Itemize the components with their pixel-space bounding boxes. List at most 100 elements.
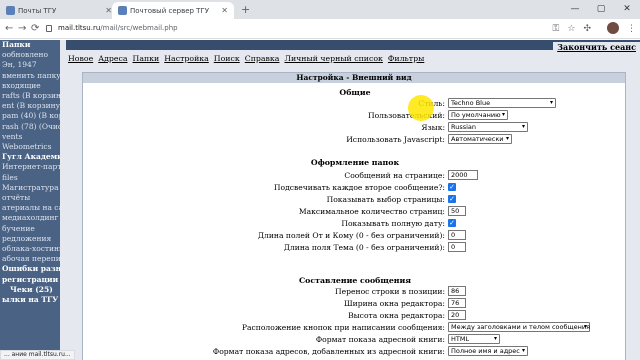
option-label: Использовать Javascript:	[346, 135, 445, 144]
browser-right-tools: ⚿ ☆ ✣ ⋮	[545, 22, 636, 34]
folder-sidebar: Папки ообновлено Эн, 1947 вменить папку) вхо…	[0, 40, 60, 360]
sidebar-folder-item[interactable]: Магистратура	[0, 183, 60, 193]
option-select[interactable]: Techno Blue	[448, 98, 556, 108]
sidebar-folder-item[interactable]: абочая переписка	[0, 254, 60, 264]
option-row: Максимальное количество страниц: 50	[83, 206, 627, 217]
lock-icon[interactable]	[46, 25, 52, 32]
menu-link[interactable]: Фильтры	[388, 54, 424, 63]
key-icon[interactable]: ⚿	[553, 24, 560, 34]
extensions-icon[interactable]: ✣	[583, 24, 591, 34]
option-input[interactable]: 2000	[448, 170, 478, 180]
address-bar[interactable]: mail.tltsu.ru/mail/src/webmail.php	[58, 24, 178, 32]
sidebar-folder-item[interactable]: vents	[0, 132, 60, 142]
option-label: Подсвечивать каждое второе сообщение?:	[273, 183, 445, 192]
section-compose: Составление сообщения	[298, 276, 412, 285]
minimize-icon[interactable]: —	[562, 0, 588, 19]
sidebar-folder-item[interactable]: вменить папку)	[0, 71, 60, 81]
option-label: Перенос строки в позиции:	[335, 287, 445, 296]
reload-icon[interactable]: ⟳	[31, 23, 39, 34]
tab-mail-tgu[interactable]: Почты ТГУ ✕	[0, 2, 118, 19]
sidebar-folder-item[interactable]: ent (В корзину)	[0, 101, 60, 111]
cursor-highlight	[408, 95, 434, 121]
option-row: Высота окна редактора: 20	[83, 310, 627, 321]
window-controls: — ▢ ✕	[562, 0, 640, 19]
option-select[interactable]: HTML	[448, 334, 500, 344]
sidebar-folder-item[interactable]: Гугл Академия	[0, 152, 60, 162]
option-label: Длина поля Тема (0 - без ограничений):	[283, 243, 445, 252]
menu-link[interactable]: Новое	[68, 54, 93, 63]
option-select[interactable]: Между заголовками и телом сообщения	[448, 322, 590, 332]
sidebar-folder-item[interactable]: входящие	[0, 81, 60, 91]
close-window-icon[interactable]: ✕	[614, 0, 640, 19]
menu-link[interactable]: Настройка	[164, 54, 209, 63]
tab-mail-server[interactable]: Почтовый сервер ТГУ ✕	[112, 2, 234, 19]
option-label: Сообщений на странице:	[344, 171, 445, 180]
option-input[interactable]: 20	[448, 310, 466, 320]
sidebar-folder-item[interactable]: регистрации (1)	[0, 275, 60, 285]
option-select[interactable]: Автоматически	[448, 134, 512, 144]
browser-tab-bar: Почты ТГУ ✕ Почтовый сервер ТГУ ✕ + — ▢ ✕	[0, 0, 640, 19]
back-icon[interactable]: ←	[5, 23, 13, 34]
option-input[interactable]: 76	[448, 298, 466, 308]
option-checkbox[interactable]: ✓	[448, 195, 456, 203]
sidebar-folder-item[interactable]: редложения	[0, 234, 60, 244]
sidebar-folder-item[interactable]: облака-хостинг-1	[0, 244, 60, 254]
option-row: Длина полей От и Кому (0 - без ограничен…	[83, 230, 627, 241]
option-label: Язык:	[421, 123, 445, 132]
sidebar-folder-item[interactable]: Ошибки разных	[0, 264, 60, 274]
sidebar-folder-item[interactable]: атериалы на сайт	[0, 203, 60, 213]
option-input[interactable]: 86	[448, 286, 466, 296]
sidebar-folder-item[interactable]: Webometrics	[0, 142, 60, 152]
maximize-icon[interactable]: ▢	[588, 0, 614, 19]
option-row: Длина поля Тема (0 - без ограничений): 0	[83, 242, 627, 253]
site-favicon-icon	[118, 6, 127, 15]
menu-link[interactable]: Справка	[245, 54, 280, 63]
menu-link[interactable]: Адреса	[98, 54, 127, 63]
sidebar-folder-item[interactable]: ылки на ТГУ (2)	[0, 295, 60, 305]
close-tab-icon[interactable]: ✕	[221, 6, 228, 15]
option-checkbox[interactable]: ✓	[448, 183, 456, 191]
option-label: Максимальное количество страниц:	[298, 207, 445, 216]
option-row: Сообщений на странице: 2000	[83, 170, 627, 181]
profile-icon[interactable]	[599, 22, 619, 34]
option-row: Использовать Javascript: Автоматически	[83, 134, 627, 145]
sidebar-folder-item[interactable]: ообновлено	[0, 50, 60, 60]
option-select[interactable]: По умолчанию	[448, 110, 508, 120]
sidebar-folder-item[interactable]: бучение	[0, 224, 60, 234]
option-row: Ширина окна редактора: 76	[83, 298, 627, 309]
sidebar-folder-item[interactable]: медиахолдинг	[0, 213, 60, 223]
options-panel: Настройка - Внешний вид Общие Оформление…	[82, 72, 626, 360]
option-select[interactable]: Russian	[448, 122, 528, 132]
sidebar-folder-item[interactable]: Чеки (25)	[0, 285, 60, 295]
menu-icon[interactable]: ⋮	[627, 24, 636, 34]
section-folders: Оформление папок	[310, 158, 400, 167]
sidebar-folder-item[interactable]: pam (40) (В корзину)	[0, 111, 60, 121]
option-input[interactable]: 50	[448, 206, 466, 216]
main-menu: Новое Адреса Папки Настройка Поиск Справка Лич…	[68, 54, 429, 63]
option-label: Формат показа адресов, добавленных из ад…	[212, 347, 445, 356]
forward-icon[interactable]: →	[18, 23, 26, 34]
sidebar-folder-item[interactable]: rash (78) (Очистить)	[0, 122, 60, 132]
option-label: Формат показа адресной книги:	[315, 335, 445, 344]
option-checkbox[interactable]: ✓	[448, 219, 456, 227]
menu-link[interactable]: Папки	[133, 54, 160, 63]
sidebar-folder-item[interactable]: Эн, 1947	[0, 60, 60, 70]
close-tab-icon[interactable]: ✕	[105, 6, 112, 15]
star-icon[interactable]: ☆	[567, 24, 575, 34]
sidebar-folder-item[interactable]: Интернет-партнёр	[0, 162, 60, 172]
sidebar-folder-item[interactable]: Папки	[0, 40, 60, 50]
option-input[interactable]: 0	[448, 230, 466, 240]
sidebar-folder-item[interactable]: rafts (В корзину)	[0, 91, 60, 101]
signout-link[interactable]: Закончить сеанс	[553, 42, 640, 52]
main-content: Закончить сеанс Новое Адреса Папки Настройк…	[60, 40, 640, 360]
menu-link[interactable]: Поиск	[214, 54, 240, 63]
sidebar-folder-item[interactable]: отчёты	[0, 193, 60, 203]
sidebar-folder-item[interactable]: files	[0, 173, 60, 183]
option-select[interactable]: Полное имя и адрес	[448, 346, 528, 356]
new-tab-icon[interactable]: +	[241, 3, 250, 16]
option-row: Формат показа адресной книги: HTML	[83, 334, 627, 345]
option-label: Показывать полную дату:	[341, 219, 445, 228]
tab-title: Почтовый сервер ТГУ	[130, 7, 209, 15]
menu-link[interactable]: Личный черный список	[284, 54, 382, 63]
option-input[interactable]: 0	[448, 242, 466, 252]
